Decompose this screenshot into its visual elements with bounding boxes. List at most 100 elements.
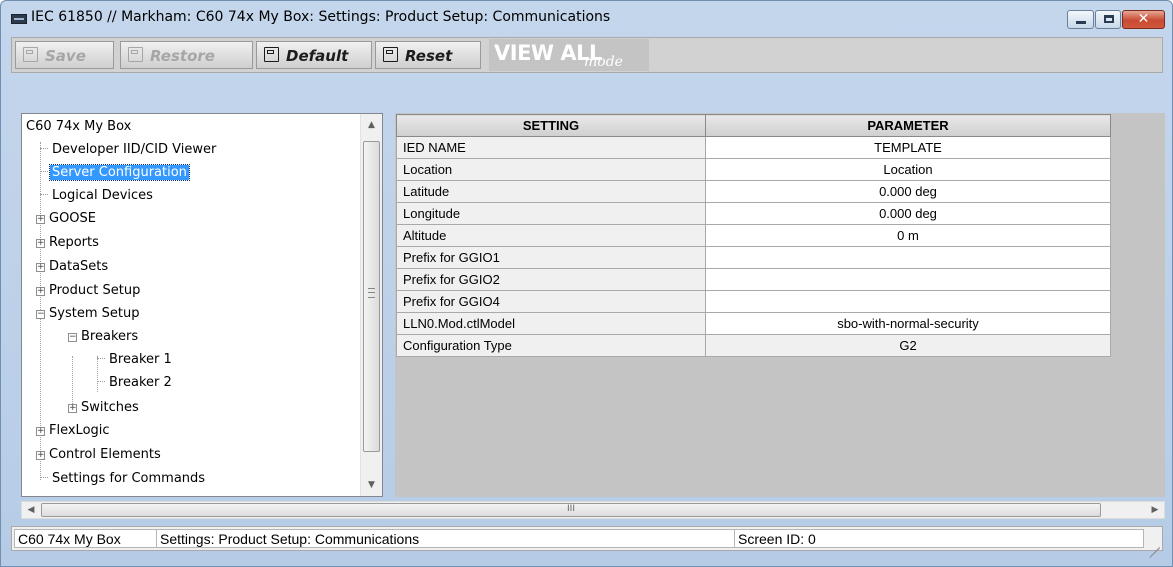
- scrollbar-thumb[interactable]: [363, 141, 380, 452]
- tree-item-datasets[interactable]: + DataSets: [36, 258, 110, 276]
- grip-icon: III: [567, 504, 575, 514]
- setting-cell: Location: [396, 158, 706, 181]
- tree-item-label: DataSets: [49, 259, 109, 274]
- tree-item-label: Reports: [49, 235, 99, 250]
- setting-cell: LLN0.Mod.ctlModel: [396, 312, 706, 335]
- minimize-button[interactable]: [1067, 10, 1094, 29]
- tree-connector: [40, 477, 48, 478]
- application-window: IEC 61850 // Markham: C60 74x My Box: Se…: [0, 0, 1173, 567]
- expand-icon[interactable]: +: [36, 287, 45, 296]
- status-device: C60 74x My Box: [14, 529, 157, 548]
- tree-item-server-configuration[interactable]: Server Configuration: [40, 164, 190, 182]
- table-row: Configuration Type G2: [396, 334, 1111, 357]
- status-screen-id: Screen ID: 0: [734, 529, 1144, 548]
- tree-item-product-setup[interactable]: + Product Setup: [36, 282, 142, 300]
- window-title: IEC 61850 // Markham: C60 74x My Box: Se…: [31, 9, 611, 25]
- setting-cell: Prefix for GGIO4: [396, 290, 706, 313]
- expand-icon[interactable]: +: [36, 427, 45, 436]
- close-button[interactable]: ✕: [1122, 10, 1165, 29]
- parameter-cell[interactable]: G2: [705, 334, 1111, 357]
- expand-icon[interactable]: +: [36, 215, 45, 224]
- reset-label: Reset: [405, 47, 453, 65]
- tree-item-reports[interactable]: + Reports: [36, 234, 101, 252]
- resize-grip-icon[interactable]: [1148, 536, 1160, 548]
- reset-button[interactable]: Reset: [375, 41, 481, 69]
- collapse-icon[interactable]: −: [68, 333, 77, 342]
- table-row: Longitude 0.000 deg: [396, 202, 1111, 225]
- tree-item-breaker-2[interactable]: Breaker 2: [97, 374, 174, 392]
- table-row: IED NAME TEMPLATE: [396, 136, 1111, 159]
- horizontal-scrollbar-thumb[interactable]: III: [41, 503, 1101, 517]
- view-all-mode-button[interactable]: VIEW ALL mode: [489, 39, 649, 71]
- tree-item-settings-for-commands[interactable]: Settings for Commands: [40, 470, 207, 488]
- tree-item-developer-viewer[interactable]: Developer IID/CID Viewer: [40, 141, 218, 159]
- scroll-up-icon[interactable]: ▲: [361, 116, 382, 134]
- app-icon: [11, 14, 27, 24]
- toolbar: Save Restore Default Reset VIEW ALL mode: [11, 37, 1163, 73]
- column-header-setting[interactable]: SETTING: [396, 114, 706, 137]
- collapse-icon[interactable]: −: [36, 310, 45, 319]
- tree-item-root[interactable]: C60 74x My Box: [24, 118, 133, 136]
- tree-item-label: FlexLogic: [49, 423, 110, 438]
- grip-icon: [368, 288, 375, 298]
- tree-item-label: Breaker 2: [109, 375, 172, 390]
- table-header-row: SETTING PARAMETER: [396, 114, 1111, 137]
- parameter-cell[interactable]: Location: [705, 158, 1111, 181]
- column-header-parameter[interactable]: PARAMETER: [705, 114, 1111, 137]
- navigation-tree[interactable]: C60 74x My Box Developer IID/CID Viewer …: [21, 113, 383, 497]
- tree-item-label: GOOSE: [49, 211, 97, 226]
- title-bar[interactable]: IEC 61850 // Markham: C60 74x My Box: Se…: [1, 1, 1172, 37]
- default-icon: [264, 47, 279, 62]
- maximize-button[interactable]: [1095, 10, 1121, 29]
- setting-cell: Configuration Type: [396, 334, 706, 357]
- parameter-cell[interactable]: 0.000 deg: [705, 180, 1111, 203]
- expand-icon[interactable]: +: [36, 239, 45, 248]
- parameter-cell[interactable]: 0.000 deg: [705, 202, 1111, 225]
- parameter-cell[interactable]: [705, 290, 1111, 313]
- table-row: LLN0.Mod.ctlModel sbo-with-normal-securit…: [396, 312, 1111, 335]
- tree-item-label: C60 74x My Box: [26, 119, 132, 134]
- settings-table: SETTING PARAMETER IED NAME TEMPLATE Locat…: [396, 114, 1111, 357]
- tree-vertical-scrollbar[interactable]: ▲ ▼: [360, 114, 382, 496]
- scroll-down-icon[interactable]: ▼: [361, 476, 382, 494]
- parameter-cell[interactable]: [705, 268, 1111, 291]
- tree-item-goose[interactable]: + GOOSE: [36, 210, 98, 228]
- restore-button[interactable]: Restore: [120, 41, 253, 69]
- tree-item-label: Logical Devices: [52, 188, 153, 203]
- expand-icon[interactable]: +: [36, 263, 45, 272]
- tree-connector: [40, 194, 48, 195]
- save-button[interactable]: Save: [15, 41, 114, 69]
- horizontal-scrollbar[interactable]: ◀ III ▶: [21, 501, 1165, 519]
- tree-item-label: Switches: [81, 400, 139, 415]
- parameter-cell[interactable]: [705, 246, 1111, 269]
- tree-item-label: Developer IID/CID Viewer: [52, 142, 217, 157]
- setting-cell: IED NAME: [396, 136, 706, 159]
- tree-item-label: System Setup: [49, 306, 140, 321]
- minimize-icon: [1076, 21, 1086, 24]
- tree-item-breaker-1[interactable]: Breaker 1: [97, 351, 174, 369]
- table-row: Prefix for GGIO2: [396, 268, 1111, 291]
- tree-item-switches[interactable]: + Switches: [68, 399, 141, 417]
- tree-item-logical-devices[interactable]: Logical Devices: [40, 187, 155, 205]
- tree-item-label: Breakers: [81, 329, 139, 344]
- expand-icon[interactable]: +: [68, 404, 77, 413]
- scroll-right-icon[interactable]: ▶: [1146, 502, 1164, 518]
- setting-cell: Longitude: [396, 202, 706, 225]
- setting-cell: Prefix for GGIO1: [396, 246, 706, 269]
- table-row: Prefix for GGIO1: [396, 246, 1111, 269]
- tree-item-control-elements[interactable]: + Control Elements: [36, 446, 163, 464]
- parameter-cell[interactable]: TEMPLATE: [705, 136, 1111, 159]
- parameter-cell[interactable]: sbo-with-normal-security: [705, 312, 1111, 335]
- close-icon: ✕: [1137, 11, 1150, 27]
- restore-icon: [128, 47, 143, 62]
- expand-icon[interactable]: +: [36, 451, 45, 460]
- save-label: Save: [45, 47, 86, 65]
- tree-item-breakers[interactable]: − Breakers: [68, 328, 140, 346]
- tree-item-flexlogic[interactable]: + FlexLogic: [36, 422, 112, 440]
- parameter-cell[interactable]: 0 m: [705, 224, 1111, 247]
- table-row: Location Location: [396, 158, 1111, 181]
- table-row: Prefix for GGIO4: [396, 290, 1111, 313]
- tree-item-system-setup[interactable]: − System Setup: [36, 305, 141, 323]
- scroll-left-icon[interactable]: ◀: [22, 502, 40, 518]
- default-button[interactable]: Default: [256, 41, 372, 69]
